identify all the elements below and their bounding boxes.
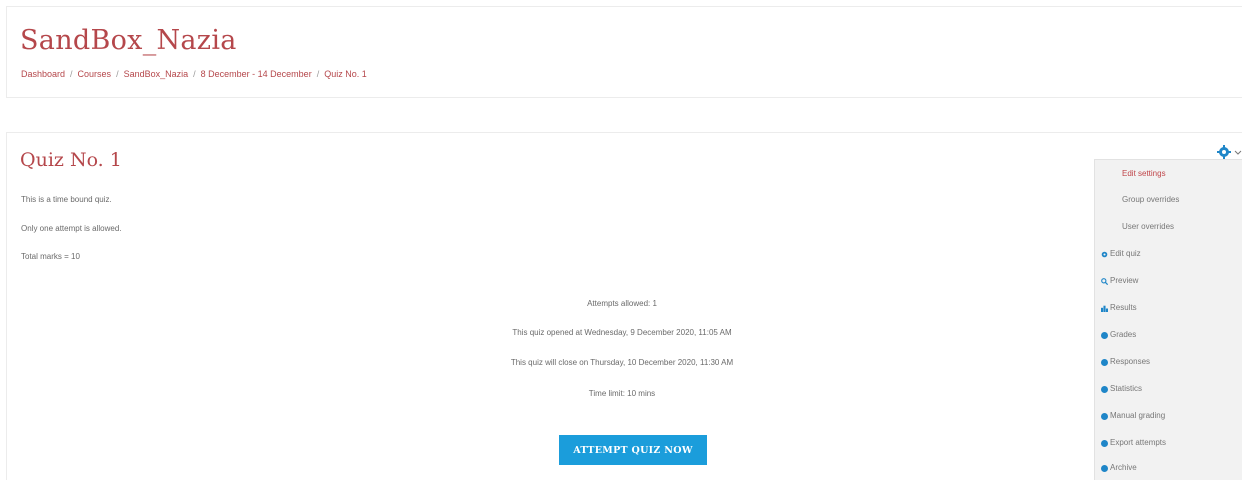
gear-icon (1101, 251, 1108, 258)
dot-icon (1101, 440, 1108, 447)
breadcrumb-dashboard[interactable]: Dashboard (21, 69, 65, 79)
menu-item-label: Grades (1110, 330, 1137, 339)
menu-item-statistics[interactable]: Statistics (1095, 379, 1242, 399)
quiz-admin-menu: Edit settings Group overrides User overr… (1094, 159, 1242, 480)
quiz-content: Quiz No. 1 This is a time bound quiz. On… (6, 132, 1242, 480)
breadcrumb-separator: / (193, 69, 196, 79)
menu-item-results[interactable]: Results (1095, 298, 1242, 318)
menu-item-group-overrides[interactable]: Group overrides (1095, 190, 1242, 210)
menu-item-preview[interactable]: Preview (1095, 271, 1242, 291)
menu-item-label: Archive (1110, 463, 1137, 472)
page-header: SandBox_Nazia Dashboard / Courses / SandBox_… (6, 6, 1242, 98)
breadcrumb: Dashboard / Courses / SandBox_Nazia / 8 Decemb… (21, 69, 367, 79)
dot-icon (1101, 386, 1108, 393)
site-title: SandBox_Nazia (20, 25, 237, 56)
menu-item-label: Responses (1110, 357, 1151, 366)
time-limit: Time limit: 10 mins (588, 389, 656, 398)
dot-icon (1101, 413, 1108, 420)
menu-item-label: Preview (1110, 276, 1139, 285)
menu-item-archive[interactable]: Archive (1095, 458, 1242, 478)
dot-icon (1101, 465, 1108, 472)
menu-item-manual-grading[interactable]: Manual grading (1095, 406, 1242, 426)
actions-menu-toggle[interactable] (1216, 144, 1242, 160)
menu-item-export-attempts[interactable]: Export attempts (1095, 433, 1242, 453)
menu-item-label: Statistics (1110, 384, 1143, 393)
menu-item-label: User overrides (1122, 222, 1175, 231)
menu-item-user-overrides[interactable]: User overrides (1095, 217, 1242, 237)
dot-icon (1101, 359, 1108, 366)
breadcrumb-courses[interactable]: Courses (78, 69, 112, 79)
menu-item-label: Manual grading (1110, 411, 1166, 420)
breadcrumb-separator: / (116, 69, 119, 79)
intro-line: Only one attempt is allowed. (21, 224, 122, 233)
quiz-title: Quiz No. 1 (20, 149, 122, 171)
bar-chart-icon (1101, 305, 1108, 312)
menu-item-grades[interactable]: Grades (1095, 325, 1242, 345)
intro-line: This is a time bound quiz. (21, 195, 112, 204)
quiz-open-time: This quiz opened at Wednesday, 9 Decembe… (512, 328, 732, 337)
menu-item-responses[interactable]: Responses (1095, 352, 1242, 372)
menu-item-label: Edit quiz (1110, 249, 1141, 258)
menu-item-label: Results (1110, 303, 1137, 312)
breadcrumb-separator: / (316, 69, 320, 79)
dot-icon (1101, 332, 1108, 339)
breadcrumb-section[interactable]: 8 December - 14 December (201, 69, 312, 79)
attempts-allowed: Attempts allowed: 1 (587, 299, 657, 308)
menu-item-edit-settings[interactable]: Edit settings (1095, 164, 1242, 184)
breadcrumb-course[interactable]: SandBox_Nazia (124, 69, 189, 79)
gear-icon (1217, 145, 1242, 159)
quiz-close-time: This quiz will close on Thursday, 10 Dec… (510, 358, 734, 367)
menu-item-edit-quiz[interactable]: Edit quiz (1095, 244, 1242, 264)
attempt-quiz-button[interactable]: ATTEMPT QUIZ NOW (559, 435, 707, 465)
menu-item-label: Export attempts (1110, 438, 1167, 447)
intro-line: Total marks = 10 (21, 252, 80, 261)
search-icon (1101, 278, 1108, 285)
menu-item-label: Group overrides (1122, 195, 1180, 204)
menu-item-label: Edit settings (1122, 169, 1166, 178)
breadcrumb-separator: / (70, 69, 73, 79)
breadcrumb-quiz[interactable]: Quiz No. 1 (324, 69, 367, 79)
